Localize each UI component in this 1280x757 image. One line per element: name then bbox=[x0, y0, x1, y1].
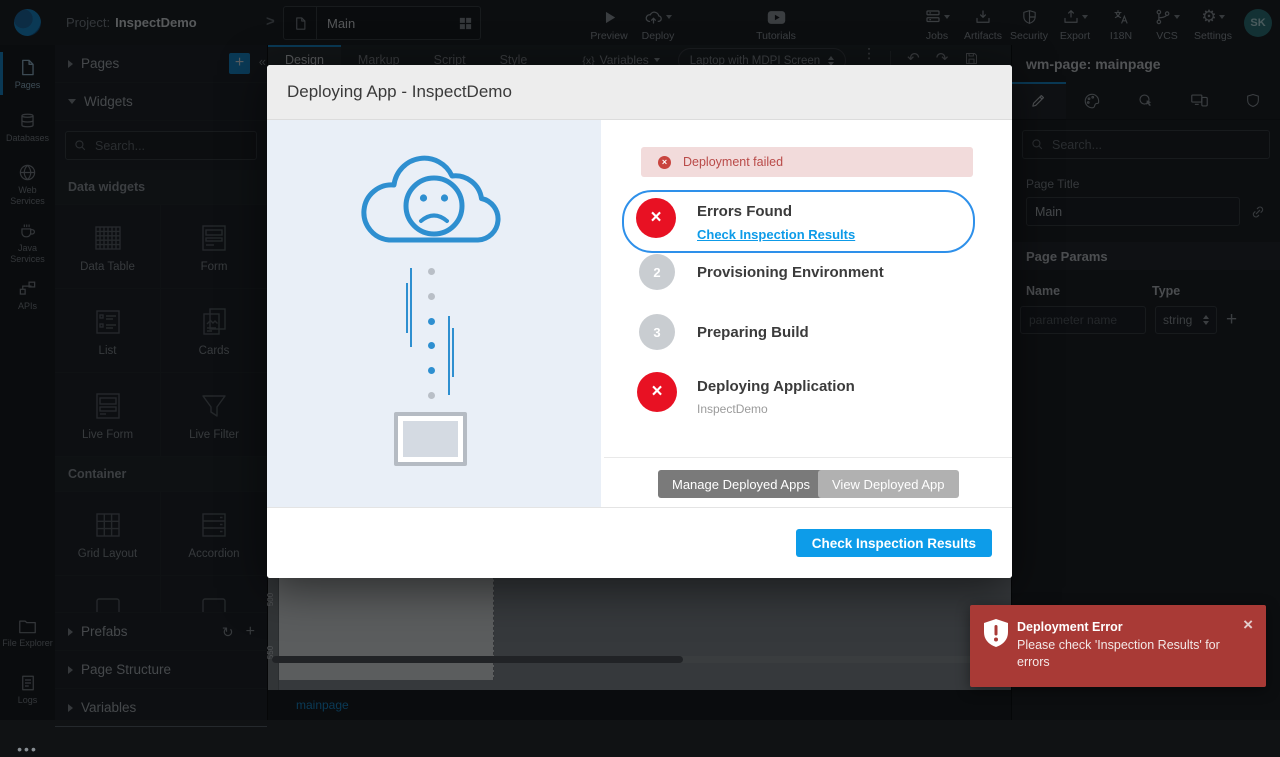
divider bbox=[604, 457, 1012, 458]
view-deployed-app-button[interactable]: View Deployed App bbox=[818, 470, 959, 498]
step-title: Errors Found bbox=[697, 203, 792, 220]
step-title: Preparing Build bbox=[697, 324, 809, 341]
deployment-failed-banner: × Deployment failed bbox=[641, 147, 973, 177]
dialog-title: Deploying App - InspectDemo bbox=[267, 65, 1012, 120]
drop-dot bbox=[428, 342, 435, 349]
manage-deployed-apps-button[interactable]: Manage Deployed Apps bbox=[658, 470, 824, 498]
sad-cloud-icon bbox=[355, 140, 513, 265]
step-number-badge: 3 bbox=[639, 314, 675, 350]
error-status-icon: × bbox=[637, 372, 677, 412]
deploy-dialog: Deploying App - InspectDemo × bbox=[267, 65, 1012, 578]
alert-shield-icon bbox=[983, 618, 1009, 648]
drop-dot bbox=[428, 268, 435, 275]
close-icon[interactable]: × bbox=[1243, 615, 1253, 635]
step-title: Deploying Application bbox=[697, 378, 855, 395]
error-status-icon: × bbox=[636, 198, 676, 238]
step-subtitle: InspectDemo bbox=[697, 402, 768, 416]
error-toast: Deployment Error Please check 'Inspectio… bbox=[970, 605, 1266, 687]
error-circle-icon: × bbox=[658, 156, 671, 169]
drop-dot bbox=[428, 318, 435, 325]
toast-message: Please check 'Inspection Results' for er… bbox=[1017, 637, 1225, 670]
deploy-steps: × Deployment failed × Errors Found Check… bbox=[601, 120, 1012, 507]
toast-title: Deployment Error bbox=[1017, 620, 1123, 634]
check-inspection-results-link[interactable]: Check Inspection Results bbox=[697, 227, 855, 242]
device-icon bbox=[394, 412, 467, 466]
rain-line bbox=[410, 268, 412, 347]
check-inspection-results-button[interactable]: Check Inspection Results bbox=[796, 529, 992, 557]
rain-line bbox=[448, 316, 450, 395]
rain-line bbox=[406, 283, 408, 333]
rain-line bbox=[452, 328, 454, 377]
step-title: Provisioning Environment bbox=[697, 264, 884, 281]
dialog-footer: Check Inspection Results bbox=[267, 507, 1012, 578]
step-number-badge: 2 bbox=[639, 254, 675, 290]
drop-dot bbox=[428, 293, 435, 300]
deploy-illustration bbox=[267, 120, 601, 507]
more-options-button[interactable]: ••• bbox=[0, 741, 55, 757]
drop-dot bbox=[428, 367, 435, 374]
drop-dot bbox=[428, 392, 435, 399]
